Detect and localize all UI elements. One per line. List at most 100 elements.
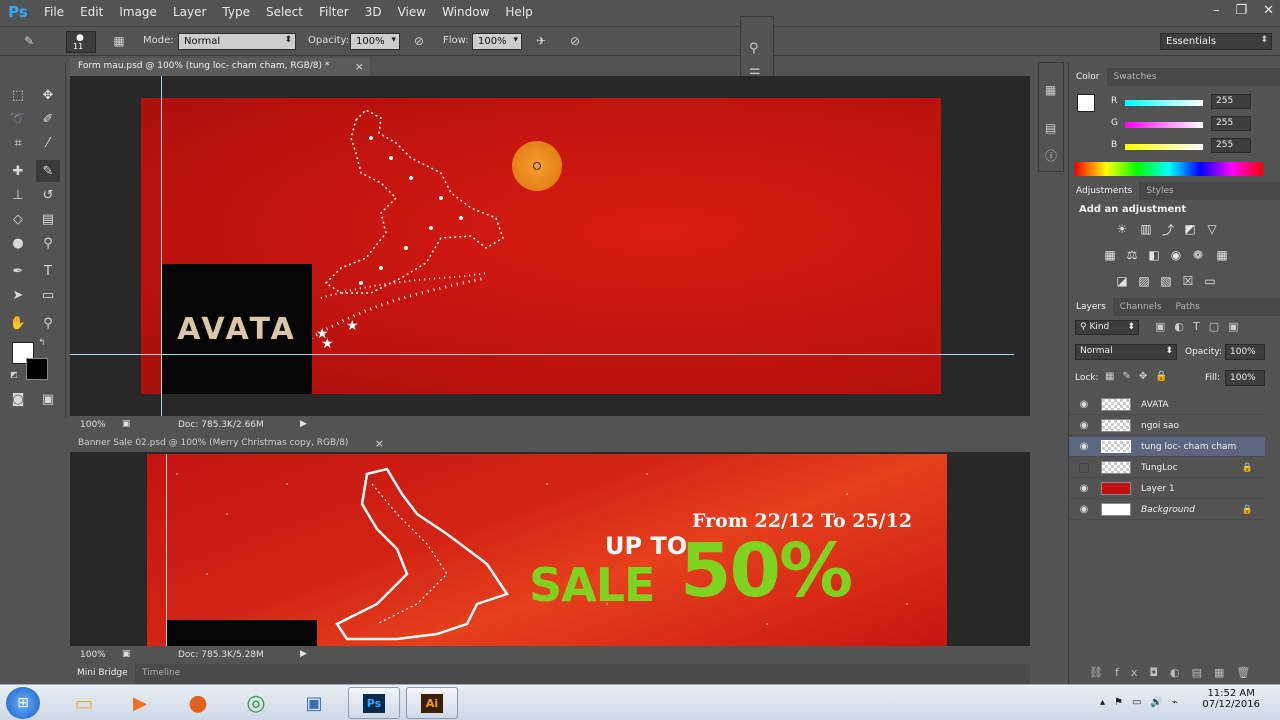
layer-filter-icons[interactable]: ▣◐T▢▣ (1155, 320, 1248, 333)
visibility-eye-icon[interactable]: ◉ (1075, 399, 1093, 410)
brush-tool-preset-icon[interactable]: ✎ (20, 34, 38, 50)
pressure-opacity-icon[interactable]: ⊘ (410, 34, 428, 50)
type-tool-icon[interactable]: T (36, 260, 60, 282)
horizontal-guide[interactable] (70, 354, 1014, 355)
tab-styles[interactable]: Styles (1139, 186, 1180, 196)
layer-row[interactable]: TungLoc 🔒 (1069, 458, 1265, 478)
layer-opacity-input[interactable]: 100% (1225, 344, 1265, 360)
doc1-status-icon[interactable]: ▣ (122, 419, 131, 429)
doc1-tab[interactable]: Form mau.psd @ 100% (tung loc- cham cham… (70, 58, 370, 76)
curves-icon[interactable]: ⤴ (1159, 220, 1177, 238)
layers-footer-icons[interactable]: ⛓fx◘◐▤▦🗑 (1089, 666, 1262, 679)
doc2-close-icon[interactable]: × (375, 437, 384, 450)
path-select-tool-icon[interactable]: ➤ (6, 284, 30, 306)
tab-paths[interactable]: Paths (1168, 302, 1206, 312)
menu-view[interactable]: View (390, 5, 434, 19)
layer-row-selected[interactable]: ◉ tung loc- cham cham (1069, 437, 1265, 457)
history-panel-icon[interactable]: ▦ (1045, 83, 1056, 97)
screen-mode-icon[interactable]: ▣ (36, 388, 60, 410)
default-colors-icon[interactable]: ◩ (10, 370, 18, 379)
minimize-button[interactable]: – (1213, 3, 1220, 18)
hand-tool-icon[interactable]: ✋ (6, 312, 30, 334)
layer-blend-mode-select[interactable]: Normal ⬍ (1075, 344, 1177, 360)
photoshop-taskbar-icon[interactable]: Ps (348, 687, 400, 719)
visibility-off-box[interactable] (1079, 462, 1089, 473)
layer-row[interactable]: ◉ ngoi sao (1069, 416, 1265, 436)
g-value[interactable]: 255 (1211, 116, 1251, 131)
menu-image[interactable]: Image (111, 5, 165, 19)
color-balance-icon[interactable]: ⚖ (1123, 246, 1141, 264)
doc2-tab[interactable]: Banner Sale 02.psd @ 100% (Merry Christm… (70, 436, 390, 452)
gradient-tool-icon[interactable]: ▤ (36, 208, 60, 230)
healing-brush-tool-icon[interactable]: ✚ (6, 160, 30, 182)
flow-input[interactable]: 100% ▾ (472, 33, 522, 50)
move-tool-icon[interactable]: ✥ (36, 84, 60, 106)
pressure-size-icon[interactable]: ⊘ (566, 34, 584, 50)
lock-icons[interactable]: ▦✎✥🔒 (1105, 371, 1176, 382)
eyedropper-tool-icon[interactable]: ⁄ (36, 132, 60, 154)
history-brush-tool-icon[interactable]: ↺ (36, 184, 60, 206)
doc2-status-menu-icon[interactable]: ▶ (300, 649, 307, 659)
menu-help[interactable]: Help (497, 5, 540, 19)
brush-panel-toggle-icon[interactable]: ▦ (110, 34, 128, 50)
visibility-eye-icon[interactable]: ◉ (1075, 483, 1093, 494)
visibility-eye-icon[interactable]: ◉ (1075, 504, 1093, 515)
visibility-eye-icon[interactable]: ◉ (1075, 441, 1093, 452)
g-slider[interactable] (1125, 122, 1203, 128)
menu-select[interactable]: Select (258, 5, 311, 19)
posterize-icon[interactable]: ▨ (1135, 272, 1153, 290)
vibrance-icon[interactable]: ▽ (1203, 220, 1221, 238)
media-player-taskbar-icon[interactable]: ▶ (114, 687, 166, 719)
menu-type[interactable]: Type (214, 5, 258, 19)
doc1-close-icon[interactable]: × (355, 60, 364, 73)
system-tray-icons[interactable]: ▴⚑▭🔊⌁ (1100, 697, 1187, 708)
menu-layer[interactable]: Layer (165, 5, 214, 19)
workspace-select[interactable]: Essentials ⬍ (1160, 33, 1272, 50)
levels-icon[interactable]: ▥ (1137, 220, 1155, 238)
selective-color-icon[interactable]: ☒ (1179, 272, 1197, 290)
photo-filter-icon[interactable]: ◉ (1167, 246, 1185, 264)
invert-icon[interactable]: ◪ (1113, 272, 1131, 290)
layer-filter-kind[interactable]: ⚲ Kind ⬍ (1075, 320, 1139, 335)
background-color-swatch[interactable] (26, 358, 48, 380)
layer-row[interactable]: ◉ Layer 1 (1069, 479, 1265, 499)
opacity-input[interactable]: 100% ▾ (350, 33, 400, 50)
eraser-tool-icon[interactable]: ◇ (6, 208, 30, 230)
b-slider[interactable] (1125, 144, 1203, 150)
vertical-guide[interactable] (161, 76, 162, 416)
crop-tool-icon[interactable]: ⌗ (6, 132, 30, 154)
pen-tool-icon[interactable]: ✒ (6, 260, 30, 282)
tab-timeline[interactable]: Timeline (142, 668, 180, 678)
quick-select-tool-icon[interactable]: ✐ (36, 108, 60, 130)
b-value[interactable]: 255 (1211, 138, 1251, 153)
layer-row[interactable]: ◉ AVATA (1069, 395, 1265, 415)
layer-row[interactable]: ◉ Background 🔒 (1069, 500, 1265, 520)
threshold-icon[interactable]: ▧ (1157, 272, 1175, 290)
doc1-status-menu-icon[interactable]: ▶ (300, 419, 307, 429)
tab-mini-bridge[interactable]: Mini Bridge (70, 664, 135, 684)
gallery-taskbar-icon[interactable]: ▣ (288, 687, 340, 719)
menu-3d[interactable]: 3D (357, 5, 390, 19)
close-button[interactable]: ✕ (1263, 3, 1274, 18)
black-white-icon[interactable]: ◧ (1145, 246, 1163, 264)
exposure-icon[interactable]: ◩ (1181, 220, 1199, 238)
info-panel-icon[interactable]: ⓘ (1045, 147, 1057, 164)
menu-filter[interactable]: Filter (311, 5, 357, 19)
visibility-eye-icon[interactable]: ◉ (1075, 420, 1093, 431)
tab-channels[interactable]: Channels (1113, 302, 1169, 312)
menu-file[interactable]: File (36, 5, 72, 19)
brush-preset-icon[interactable]: ⚲ (749, 41, 759, 56)
blur-tool-icon[interactable]: ● (6, 232, 30, 254)
airbrush-icon[interactable]: ✈ (532, 34, 550, 50)
mode-select[interactable]: Normal ⬍ (178, 33, 296, 50)
color-spectrum-bar[interactable] (1075, 162, 1263, 176)
doc1-zoom[interactable]: 100% (80, 420, 106, 430)
chrome-taskbar-icon[interactable]: ◎ (230, 687, 282, 719)
restore-button[interactable]: ❐ (1235, 3, 1247, 18)
doc2-zoom[interactable]: 100% (80, 650, 106, 660)
swap-colors-icon[interactable]: ↰ (38, 338, 46, 348)
brush-tool-icon[interactable]: ✎ (36, 160, 60, 182)
illustrator-taskbar-icon[interactable]: Ai (406, 687, 458, 719)
doc2-canvas[interactable]: From 22/12 To 25/12 UP TO SALE 50% (147, 454, 947, 646)
quick-mask-icon[interactable]: ◙ (6, 388, 30, 410)
